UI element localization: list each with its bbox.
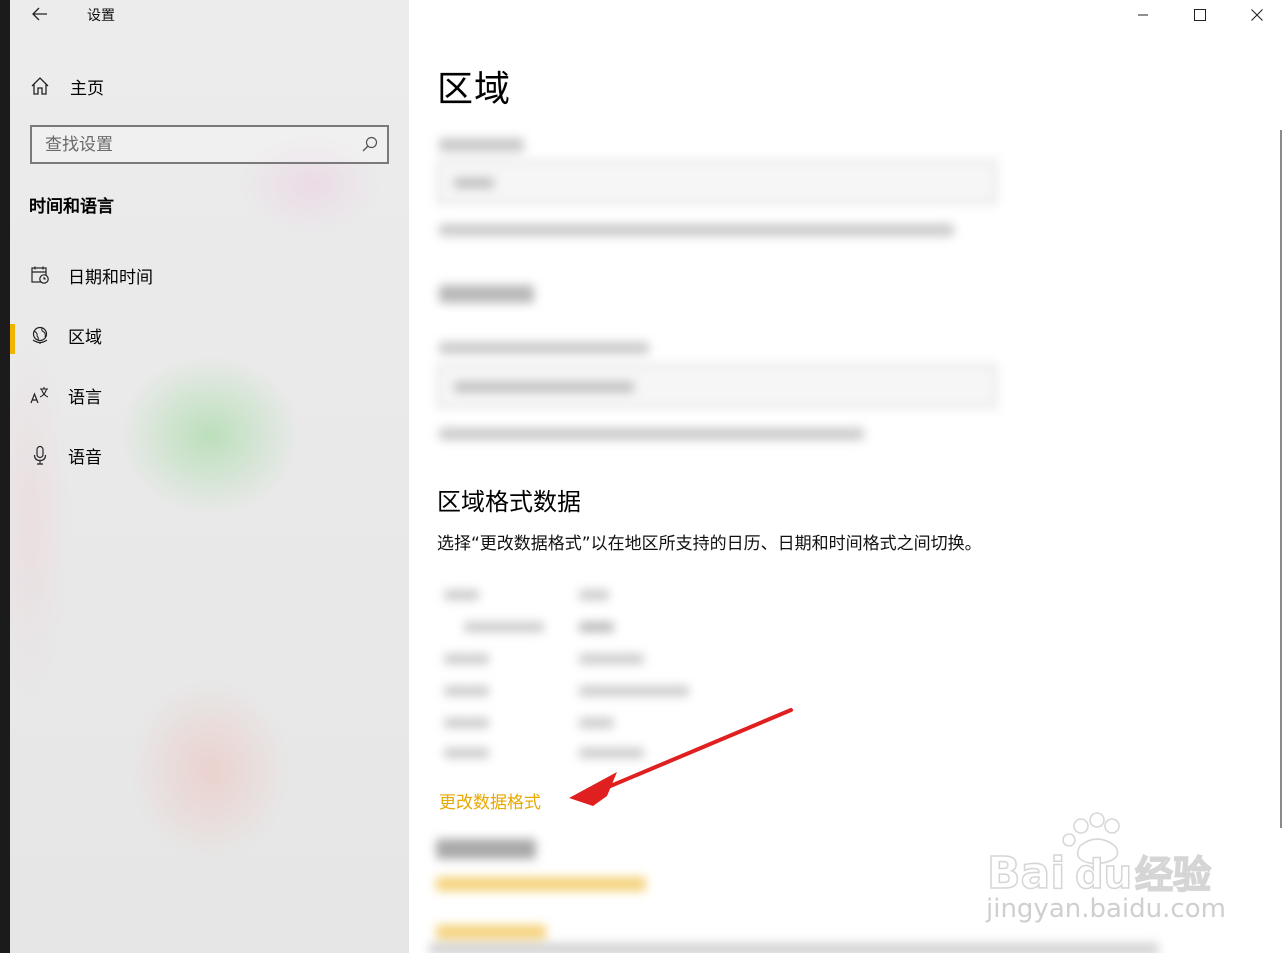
page-title: 区域 xyxy=(437,69,512,110)
watermark-url: jingyan.baidu.com xyxy=(986,894,1226,924)
search-box[interactable] xyxy=(30,125,389,164)
sidebar-item-language[interactable]: 语言 xyxy=(10,365,409,425)
microphone-icon xyxy=(30,445,50,465)
sidebar-item-region[interactable]: 区域 xyxy=(10,305,409,365)
section-title: 时间和语言 xyxy=(29,197,114,217)
regional-format-heading: 区域格式数据 xyxy=(437,488,581,516)
minimize-button[interactable] xyxy=(1114,0,1171,30)
globe-icon xyxy=(30,325,50,345)
sidebar: 设置 主页 时间和语言 日期和时间 区域 语言 xyxy=(10,0,409,953)
minimize-icon xyxy=(1137,14,1148,16)
sidebar-item-label: 区域 xyxy=(68,327,102,348)
left-edge-strip xyxy=(0,0,10,953)
sidebar-home[interactable]: 主页 xyxy=(30,72,104,100)
app-title: 设置 xyxy=(87,8,115,24)
sidebar-item-date-time[interactable]: 日期和时间 xyxy=(10,245,409,305)
sidebar-item-label: 日期和时间 xyxy=(68,267,153,288)
blurred-country-section xyxy=(409,120,1029,460)
window-controls xyxy=(1114,0,1285,30)
watermark-text-cn: 经验 xyxy=(1135,853,1211,897)
back-button[interactable] xyxy=(28,2,52,26)
maximize-button[interactable] xyxy=(1171,0,1228,30)
baidu-watermark-logo: Bai du 经验 xyxy=(986,812,1212,897)
close-icon xyxy=(1250,9,1263,21)
regional-format-description: 选择“更改数据格式”以在地区所支持的日历、日期和时间格式之间切换。 xyxy=(437,534,982,554)
watermark-text-du: du xyxy=(1075,852,1132,897)
close-button[interactable] xyxy=(1228,0,1285,30)
sidebar-nav: 日期和时间 区域 语言 语音 xyxy=(10,245,409,485)
home-icon xyxy=(30,76,50,96)
scrollbar[interactable] xyxy=(1280,130,1282,828)
content-pane: 区域 区域格式数据 选择“更改数据格式”以在地区所支持的日历、日期和时间格式之间… xyxy=(409,0,1285,953)
sidebar-item-label: 语言 xyxy=(68,387,102,408)
language-icon xyxy=(30,385,50,405)
change-data-format-link[interactable]: 更改数据格式 xyxy=(439,788,541,813)
watermark-text: Bai xyxy=(987,848,1065,897)
sidebar-item-label: 语音 xyxy=(68,447,102,468)
calendar-clock-icon xyxy=(30,265,50,285)
home-label: 主页 xyxy=(70,78,104,99)
maximize-icon xyxy=(1193,9,1206,21)
sidebar-item-speech[interactable]: 语音 xyxy=(10,425,409,485)
back-arrow-icon xyxy=(32,7,47,21)
search-icon[interactable] xyxy=(361,135,379,153)
red-arrow-annotation xyxy=(569,708,793,806)
search-input[interactable] xyxy=(45,134,345,155)
